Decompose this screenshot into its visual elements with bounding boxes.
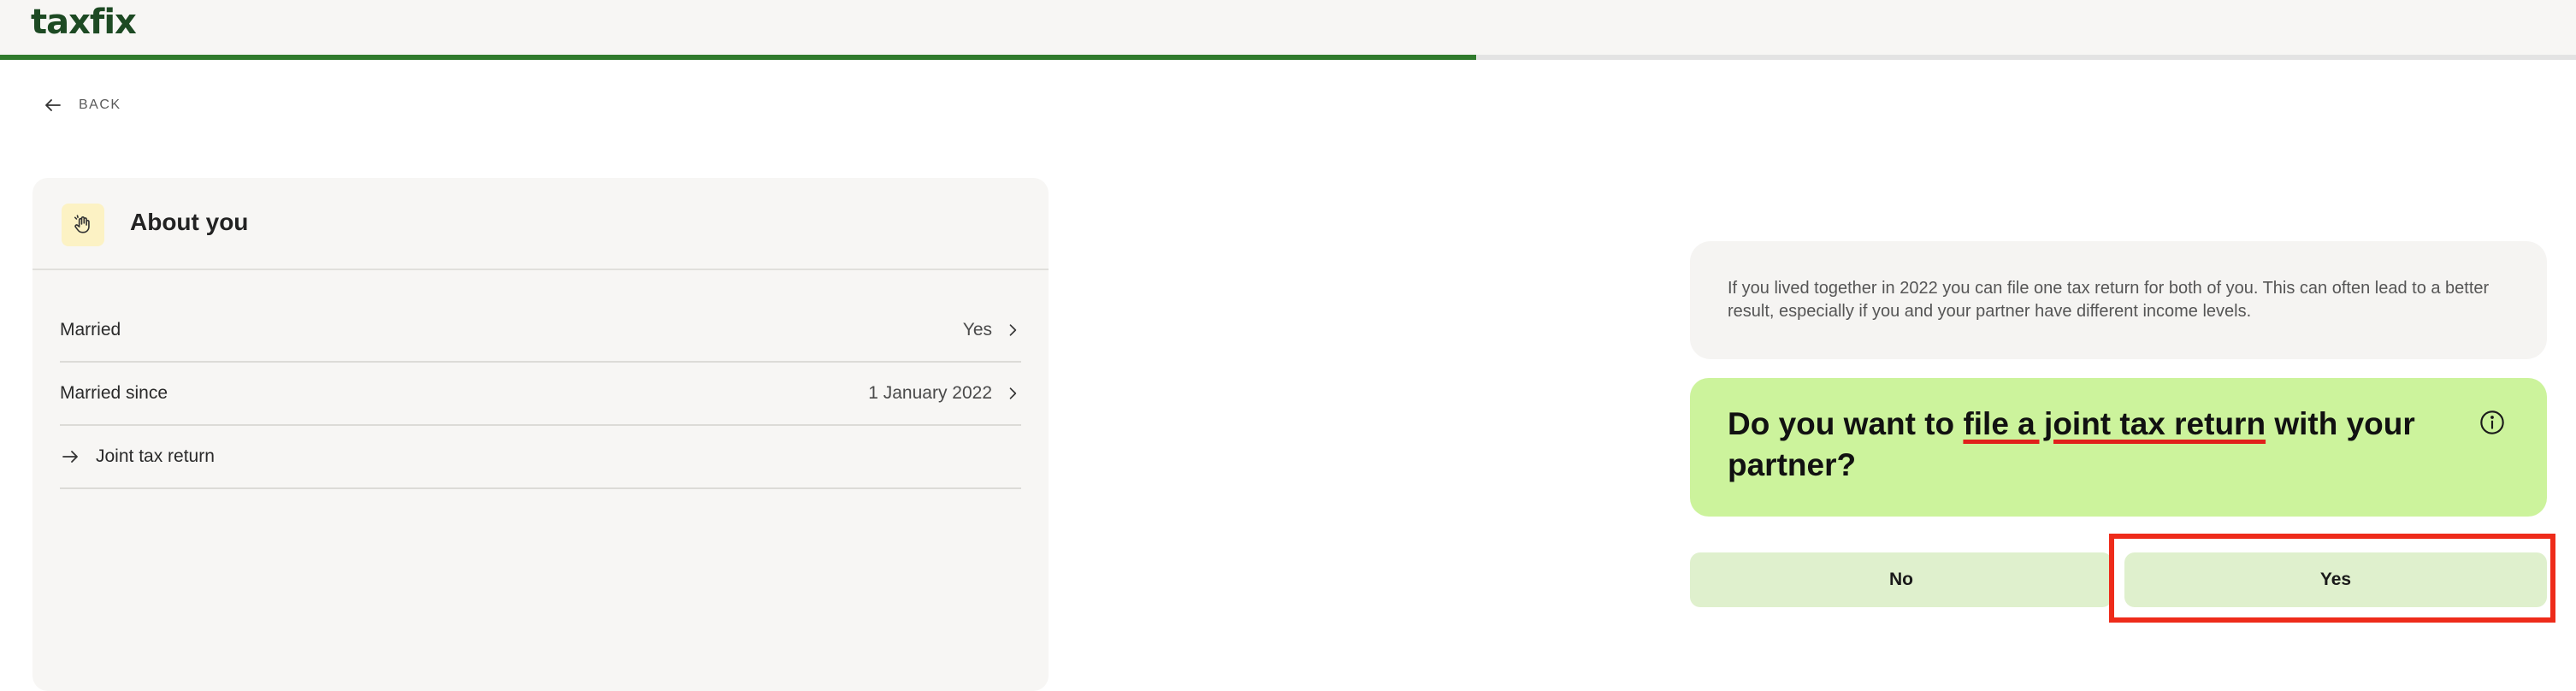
- back-button[interactable]: BACK: [43, 92, 121, 118]
- question-prefix: Do you want to: [1728, 406, 1964, 441]
- info-text: If you lived together in 2022 you can fi…: [1728, 279, 2490, 321]
- arrow-right-icon: [62, 451, 78, 463]
- taxfix-logo[interactable]: taxfix: [31, 2, 137, 43]
- row-label: Married: [60, 320, 121, 340]
- back-label: BACK: [79, 97, 121, 112]
- summary-panel: About you Married Yes Married since 1 Ja…: [32, 178, 1049, 691]
- row-married[interactable]: Married Yes: [60, 299, 1021, 363]
- progress-bar: [0, 55, 2576, 60]
- top-bar: taxfix: [0, 0, 2576, 55]
- summary-title: About you: [130, 209, 249, 235]
- waving-hand-icon: [62, 204, 104, 246]
- info-text-box: If you lived together in 2022 you can fi…: [1690, 241, 2547, 359]
- question-highlight: file a joint tax return: [1963, 406, 2266, 441]
- row-married-since[interactable]: Married since 1 January 2022: [60, 363, 1021, 426]
- question-card: Do you want to file a joint tax return w…: [1690, 378, 2547, 517]
- row-label: Joint tax return: [96, 446, 215, 466]
- row-label: Married since: [60, 383, 168, 403]
- chevron-right-icon: [1009, 324, 1017, 336]
- question-text: Do you want to file a joint tax return w…: [1728, 404, 2455, 486]
- info-icon[interactable]: [2479, 409, 2506, 436]
- summary-header: About you: [32, 178, 1049, 270]
- no-button[interactable]: No: [1690, 552, 2112, 607]
- progress-fill: [0, 55, 1476, 60]
- arrow-left-icon: [45, 99, 61, 111]
- row-value: 1 January 2022: [868, 383, 992, 403]
- no-label: No: [1889, 570, 1913, 589]
- chevron-right-icon: [1009, 387, 1017, 399]
- yes-highlight-box: [2109, 534, 2555, 623]
- row-value: Yes: [962, 320, 992, 340]
- row-joint-tax-return[interactable]: Joint tax return: [60, 426, 1021, 489]
